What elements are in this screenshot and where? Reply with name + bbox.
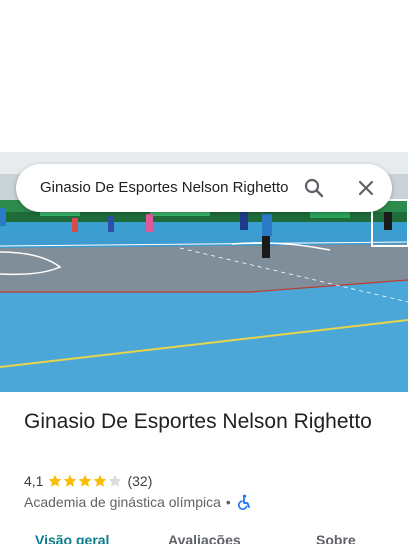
- tab-overview[interactable]: Visão geral: [35, 532, 109, 544]
- star-icon: [94, 474, 107, 487]
- tab-about[interactable]: Sobre: [316, 532, 356, 544]
- search-icon[interactable]: [302, 176, 326, 200]
- category-row: Academia de ginástica olímpica •: [24, 492, 252, 512]
- star-rating: [48, 474, 123, 488]
- close-icon[interactable]: [354, 176, 378, 200]
- map-area-blank: [0, 0, 408, 152]
- star-icon: [109, 474, 122, 487]
- tab-bar: Visão geral Avaliações Sobre: [0, 528, 408, 544]
- star-icon: [64, 474, 77, 487]
- star-icon: [49, 474, 62, 487]
- place-title: Ginasio De Esportes Nelson Righetto: [24, 410, 372, 433]
- star-icon: [79, 474, 92, 487]
- separator-dot: •: [225, 494, 231, 510]
- rating-row[interactable]: 4,1 (32): [24, 471, 152, 491]
- search-bar[interactable]: Ginasio De Esportes Nelson Righetto: [16, 164, 392, 212]
- rating-value: 4,1: [24, 473, 44, 489]
- place-category[interactable]: Academia de ginástica olímpica: [24, 494, 221, 510]
- review-count[interactable]: (32): [127, 473, 152, 489]
- tab-reviews[interactable]: Avaliações: [168, 532, 241, 544]
- wheelchair-accessible-icon: [236, 494, 252, 510]
- search-input[interactable]: Ginasio De Esportes Nelson Righetto: [40, 164, 304, 212]
